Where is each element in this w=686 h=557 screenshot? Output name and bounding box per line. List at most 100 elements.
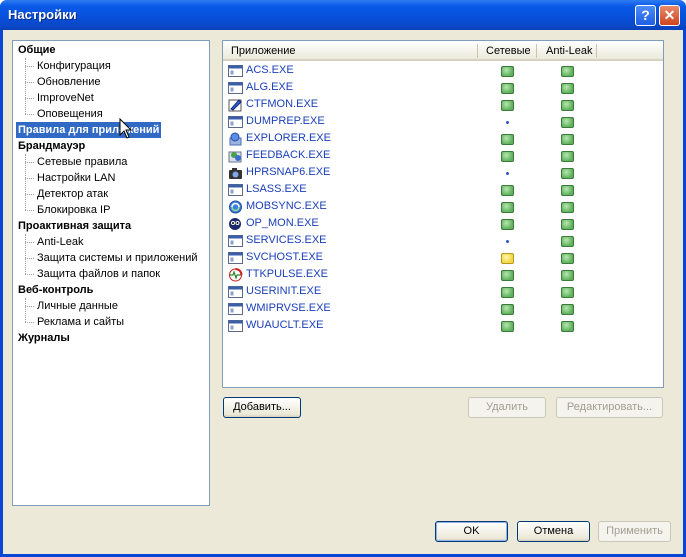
tree-item[interactable]: Детектор атак bbox=[24, 186, 108, 202]
close-button[interactable]: ✕ bbox=[659, 5, 680, 26]
edit-button[interactable]: Редактировать... bbox=[556, 397, 663, 418]
ok-button[interactable]: OK bbox=[435, 521, 508, 542]
table-row[interactable]: ALG.EXE bbox=[223, 80, 663, 97]
app-name[interactable]: ALG.EXE bbox=[246, 81, 293, 93]
app-name[interactable]: WUAUCLT.EXE bbox=[246, 319, 323, 331]
network-status-indicator[interactable] bbox=[501, 100, 514, 111]
tree-category[interactable]: Общие bbox=[18, 42, 56, 58]
tree-item[interactable]: Обновление bbox=[25, 74, 101, 90]
network-status-indicator[interactable] bbox=[506, 240, 509, 243]
network-status-indicator[interactable] bbox=[501, 304, 514, 315]
network-status-indicator[interactable] bbox=[506, 172, 509, 175]
app-name[interactable]: EXPLORER.EXE bbox=[246, 132, 331, 144]
column-header-network[interactable]: Сетевые bbox=[486, 45, 531, 57]
app-rules-list[interactable]: Приложение Сетевые Anti-Leak ACS.EXE ALG.… bbox=[222, 40, 664, 388]
tree-item[interactable]: ImproveNet bbox=[25, 90, 94, 106]
table-row[interactable]: EXPLORER.EXE bbox=[223, 131, 663, 148]
app-name[interactable]: ACS.EXE bbox=[246, 64, 294, 76]
network-status-indicator[interactable] bbox=[506, 121, 509, 124]
antileak-status-indicator[interactable] bbox=[561, 236, 574, 247]
network-status-indicator[interactable] bbox=[501, 321, 514, 332]
antileak-status-indicator[interactable] bbox=[561, 219, 574, 230]
app-name[interactable]: CTFMON.EXE bbox=[246, 98, 318, 110]
help-button[interactable]: ? bbox=[635, 5, 656, 26]
table-row[interactable]: ACS.EXE bbox=[223, 63, 663, 80]
table-row[interactable]: HPRSNAP6.EXE bbox=[223, 165, 663, 182]
tree-item[interactable]: Защита системы и приложений bbox=[25, 250, 198, 266]
tree-item[interactable]: Настройки LAN bbox=[24, 170, 115, 186]
network-status-indicator[interactable] bbox=[501, 202, 514, 213]
app-name[interactable]: DUMPREP.EXE bbox=[246, 115, 325, 127]
app-name[interactable]: MOBSYNC.EXE bbox=[246, 200, 327, 212]
table-row[interactable]: OP_MON.EXE bbox=[223, 216, 663, 233]
antileak-status-indicator[interactable] bbox=[561, 100, 574, 111]
table-row[interactable]: DUMPREP.EXE bbox=[223, 114, 663, 131]
app-name[interactable]: USERINIT.EXE bbox=[246, 285, 321, 297]
antileak-status-indicator[interactable] bbox=[561, 270, 574, 281]
tree-category[interactable]: Брандмауэр bbox=[18, 138, 85, 154]
table-row[interactable]: LSASS.EXE bbox=[223, 182, 663, 199]
table-row[interactable]: TTKPULSE.EXE bbox=[223, 267, 663, 284]
column-separator[interactable] bbox=[477, 44, 478, 58]
network-status-indicator[interactable] bbox=[501, 270, 514, 281]
tree-item[interactable]: Оповещения bbox=[25, 106, 103, 122]
tree-item[interactable]: Личные данные bbox=[25, 298, 118, 314]
column-separator[interactable] bbox=[536, 44, 537, 58]
tree-item[interactable]: Конфигурация bbox=[25, 58, 111, 74]
title-bar[interactable]: Настройки ? ✕ bbox=[0, 0, 686, 30]
table-row[interactable]: CTFMON.EXE bbox=[223, 97, 663, 114]
antileak-status-indicator[interactable] bbox=[561, 304, 574, 315]
tree-category[interactable]: Правила для приложений bbox=[16, 122, 162, 138]
network-status-indicator[interactable] bbox=[501, 83, 514, 94]
antileak-status-indicator[interactable] bbox=[561, 66, 574, 77]
network-status-indicator[interactable] bbox=[501, 134, 514, 145]
antileak-status-indicator[interactable] bbox=[561, 83, 574, 94]
app-name[interactable]: WMIPRVSE.EXE bbox=[246, 302, 331, 314]
tree-category[interactable]: Веб-контроль bbox=[18, 282, 93, 298]
apply-button[interactable]: Применить bbox=[598, 521, 671, 542]
column-separator[interactable] bbox=[596, 44, 597, 58]
cancel-button[interactable]: Отмена bbox=[517, 521, 590, 542]
table-row[interactable]: WUAUCLT.EXE bbox=[223, 318, 663, 335]
settings-tree[interactable]: Общие Конфигурация Обновление ImproveNet Опо… bbox=[12, 40, 210, 506]
table-row[interactable]: USERINIT.EXE bbox=[223, 284, 663, 301]
tree-item[interactable]: Реклама и сайты bbox=[24, 314, 124, 330]
add-button[interactable]: Добавить... bbox=[223, 397, 301, 418]
table-row[interactable]: WMIPRVSE.EXE bbox=[223, 301, 663, 318]
delete-button[interactable]: Удалить bbox=[468, 397, 546, 418]
tree-category[interactable]: Журналы bbox=[18, 330, 70, 346]
tree-item[interactable]: Anti-Leak bbox=[24, 234, 83, 250]
antileak-status-indicator[interactable] bbox=[561, 117, 574, 128]
app-name[interactable]: FEEDBACK.EXE bbox=[246, 149, 330, 161]
column-header-app[interactable]: Приложение bbox=[231, 45, 296, 57]
antileak-status-indicator[interactable] bbox=[561, 134, 574, 145]
app-name[interactable]: TTKPULSE.EXE bbox=[246, 268, 328, 280]
table-row[interactable]: SVCHOST.EXE bbox=[223, 250, 663, 267]
app-name[interactable]: SVCHOST.EXE bbox=[246, 251, 323, 263]
app-name[interactable]: HPRSNAP6.EXE bbox=[246, 166, 330, 178]
antileak-status-indicator[interactable] bbox=[561, 168, 574, 179]
tree-item[interactable]: Блокировка IP bbox=[24, 202, 110, 218]
antileak-status-indicator[interactable] bbox=[561, 287, 574, 298]
column-header-antileak[interactable]: Anti-Leak bbox=[546, 45, 592, 57]
app-name[interactable]: SERVICES.EXE bbox=[246, 234, 327, 246]
network-status-indicator[interactable] bbox=[501, 219, 514, 230]
network-status-indicator[interactable] bbox=[501, 253, 514, 264]
table-row[interactable]: MOBSYNC.EXE bbox=[223, 199, 663, 216]
tree-item[interactable]: Защита файлов и папок bbox=[24, 266, 160, 282]
network-status-indicator[interactable] bbox=[501, 287, 514, 298]
antileak-status-indicator[interactable] bbox=[561, 185, 574, 196]
network-status-indicator[interactable] bbox=[501, 185, 514, 196]
network-status-indicator[interactable] bbox=[501, 66, 514, 77]
antileak-status-indicator[interactable] bbox=[561, 321, 574, 332]
network-status-indicator[interactable] bbox=[501, 151, 514, 162]
app-name[interactable]: LSASS.EXE bbox=[246, 183, 307, 195]
antileak-status-indicator[interactable] bbox=[561, 202, 574, 213]
antileak-status-indicator[interactable] bbox=[561, 253, 574, 264]
table-row[interactable]: FEEDBACK.EXE bbox=[223, 148, 663, 165]
table-row[interactable]: SERVICES.EXE bbox=[223, 233, 663, 250]
tree-item[interactable]: Сетевые правила bbox=[24, 154, 127, 170]
antileak-status-indicator[interactable] bbox=[561, 151, 574, 162]
tree-category[interactable]: Проактивная защита bbox=[18, 218, 131, 234]
app-name[interactable]: OP_MON.EXE bbox=[246, 217, 319, 229]
